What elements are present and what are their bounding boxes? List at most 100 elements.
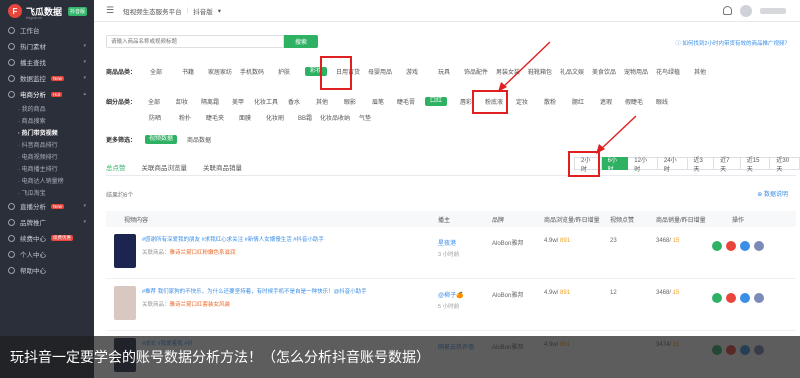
category-option-4[interactable]: 护肤 — [268, 67, 300, 76]
chevron-down-icon[interactable]: ▾ — [218, 7, 221, 15]
subcategory-option-4[interactable]: 化妆工具 — [252, 97, 280, 106]
sidebar-item-4[interactable]: 电商分析 Hot ▴ — [0, 86, 94, 102]
time-option-7[interactable]: 近30天 — [770, 157, 800, 173]
category-option-2[interactable]: 家居家纺 — [204, 67, 236, 76]
tab-goods-views[interactable]: 关联商品浏览量 — [142, 162, 188, 176]
author-name[interactable]: 星夜港 — [438, 238, 456, 247]
subcategory-option-row2-7[interactable]: 气垫 — [350, 113, 380, 122]
subcategory-option-row2-6[interactable]: 化妆品收纳 — [320, 113, 350, 122]
shop-icon[interactable] — [726, 241, 736, 251]
subcategory-option-18[interactable]: 眼线 — [648, 97, 676, 106]
shop-icon[interactable] — [726, 293, 736, 303]
time-option-6[interactable]: 近15天 — [740, 157, 771, 173]
sidebar-subitem-3[interactable]: · 抖音商品排行 — [0, 138, 94, 150]
subcategory-option-row2-5[interactable]: BB霜 — [290, 113, 320, 122]
category-option-14[interactable]: 美食饮品 — [588, 67, 620, 76]
username-placeholder[interactable] — [760, 7, 786, 14]
related-goods-link[interactable]: 雅诗兰黛口红套装女风装 — [170, 302, 231, 308]
subcategory-option-row2-4[interactable]: 化妆刷 — [260, 113, 290, 122]
tab-goods-sales[interactable]: 关联商品销量 — [203, 162, 242, 176]
sidebar-subitem-7[interactable]: · 飞瓜淘宝 — [0, 186, 94, 198]
sidebar-subitem-4[interactable]: · 电商视频排行 — [0, 150, 94, 162]
subcategory-option-10[interactable]: 口红 — [425, 97, 447, 106]
sidebar-bottom-item-3[interactable]: 个人中心 — [0, 246, 94, 262]
sidebar-item-0[interactable]: 工作台 — [0, 22, 94, 38]
search-input[interactable] — [106, 35, 284, 48]
video-tags[interactable]: #推荐 我们家狗的不快乐，为什么还要坚持着，有时候手机不是自是一种快乐！@抖音小… — [142, 287, 367, 295]
more-filter-option-0[interactable]: 视频数据 — [145, 135, 177, 144]
avatar[interactable] — [740, 4, 752, 17]
menu-toggle-icon[interactable]: ☰ — [106, 5, 114, 16]
breadcrumb-version[interactable]: 抖音版 — [193, 6, 213, 16]
subcategory-option-2[interactable]: 隔离霜 — [196, 97, 224, 106]
search-button[interactable]: 搜索 — [284, 35, 318, 48]
table-row[interactable]: #推荐 我们家狗的不快乐，为什么还要坚持着，有时候手机不是自是一种快乐！@抖音小… — [106, 279, 796, 331]
time-option-2[interactable]: 12小时 — [628, 157, 658, 173]
subcategory-option-5[interactable]: 香水 — [280, 97, 308, 106]
category-option-15[interactable]: 宠物用品 — [620, 67, 652, 76]
subcategory-option-row2-3[interactable]: 面膜 — [230, 113, 260, 122]
sidebar-subitem-6[interactable]: · 电商达人销量榜 — [0, 174, 94, 186]
category-option-17[interactable]: 其他 — [684, 67, 716, 76]
category-option-1[interactable]: 书籍 — [172, 67, 204, 76]
sidebar-bottom-item-0[interactable]: 直播分析 New ▾ — [0, 198, 94, 214]
logo[interactable]: F 飞瓜数据 抖音版 feigua.cn — [0, 0, 94, 22]
sidebar-subitem-5[interactable]: · 电商播主排行 — [0, 162, 94, 174]
sidebar-item-3[interactable]: 数据监控 New ▾ — [0, 70, 94, 86]
sidebar-bottom-item-4[interactable]: 帮助中心 — [0, 262, 94, 278]
help-link[interactable]: ⓘ 如何找到2小时内带货有效的商品推广视频？ — [675, 39, 790, 47]
subcategory-option-6[interactable]: 其他 — [308, 97, 336, 106]
category-option-13[interactable]: 礼品文娱 — [556, 67, 588, 76]
headset-icon[interactable] — [723, 6, 732, 15]
sidebar-item-2[interactable]: 播主查找 ▾ — [0, 54, 94, 70]
sidebar-bottom-item-1[interactable]: 品牌推广 ▾ — [0, 214, 94, 230]
subcategory-option-15[interactable]: 腮红 — [564, 97, 592, 106]
subcategory-option-14[interactable]: 散粉 — [536, 97, 564, 106]
time-option-1[interactable]: 6小时 — [601, 157, 629, 173]
sidebar-item-1[interactable]: 热门素材 ▾ — [0, 38, 94, 54]
subcategory-option-3[interactable]: 美甲 — [224, 97, 252, 106]
category-option-3[interactable]: 手机数码 — [236, 67, 268, 76]
sidebar-subitem-2[interactable]: · 热门带货视频 — [0, 126, 94, 138]
play-icon[interactable] — [740, 241, 750, 251]
sidebar-bottom-item-2[interactable]: 续费中心 续费优惠 — [0, 230, 94, 246]
subcategory-option-row2-1[interactable]: 粉扑 — [170, 113, 200, 122]
table-row[interactable]: #感谢所有深爱我的朋友 #求我红心求关注 #新情人女婿慢生活 #抖音小助手 关联商… — [106, 227, 796, 279]
subcategory-option-row2-2[interactable]: 睫毛夹 — [200, 113, 230, 122]
video-thumbnail[interactable] — [114, 234, 136, 268]
subcategory-option-8[interactable]: 眉笔 — [364, 97, 392, 106]
more-icon[interactable] — [754, 241, 764, 251]
data-info-link[interactable]: ⊕ 数据说明 — [757, 189, 788, 198]
category-option-16[interactable]: 花鸟绿植 — [652, 67, 684, 76]
subcategory-option-16[interactable]: 遮瑕 — [592, 97, 620, 106]
category-option-9[interactable]: 玩具 — [428, 67, 460, 76]
author-name[interactable]: @柳子🍊 — [438, 290, 464, 299]
breadcrumb-platform[interactable]: 短视频生态服务平台 — [123, 6, 182, 16]
related-goods-link[interactable]: 雅诗兰黛口红粉嫩色系滋润 — [170, 250, 236, 256]
category-option-0[interactable]: 全部 — [140, 67, 172, 76]
subcategory-option-0[interactable]: 全部 — [140, 97, 168, 106]
time-option-3[interactable]: 24小时 — [657, 157, 688, 173]
more-filter-option-1[interactable]: 商品数据 — [182, 135, 216, 144]
sidebar-subitem-1[interactable]: · 商品搜索 — [0, 114, 94, 126]
category-option-10[interactable]: 饰品配件 — [460, 67, 492, 76]
chart-icon[interactable] — [712, 241, 722, 251]
category-option-7[interactable]: 母婴用品 — [364, 67, 396, 76]
category-option-8[interactable]: 游戏 — [396, 67, 428, 76]
subcategory-option-13[interactable]: 定妆 — [508, 97, 536, 106]
play-icon[interactable] — [740, 293, 750, 303]
subcategory-option-9[interactable]: 睫毛膏 — [392, 97, 420, 106]
tab-likes[interactable]: 总点赞 — [106, 162, 126, 176]
time-option-4[interactable]: 近3天 — [687, 157, 715, 173]
sidebar-subitem-0[interactable]: · 我的商品 — [0, 102, 94, 114]
chart-icon[interactable] — [712, 293, 722, 303]
video-tags[interactable]: #感谢所有深爱我的朋友 #求我红心求关注 #新情人女婿慢生活 #抖音小助手 — [142, 235, 324, 243]
brand-name: AloBon雅邦 — [492, 293, 524, 299]
subcategory-option-17[interactable]: 假睫毛 — [620, 97, 648, 106]
subcategory-option-row2-0[interactable]: 防晒 — [140, 113, 170, 122]
more-icon[interactable] — [754, 293, 764, 303]
video-thumbnail[interactable] — [114, 286, 136, 320]
time-option-5[interactable]: 近7天 — [714, 157, 741, 173]
subcategory-option-7[interactable]: 眼影 — [336, 97, 364, 106]
subcategory-option-1[interactable]: 卸妆 — [168, 97, 196, 106]
